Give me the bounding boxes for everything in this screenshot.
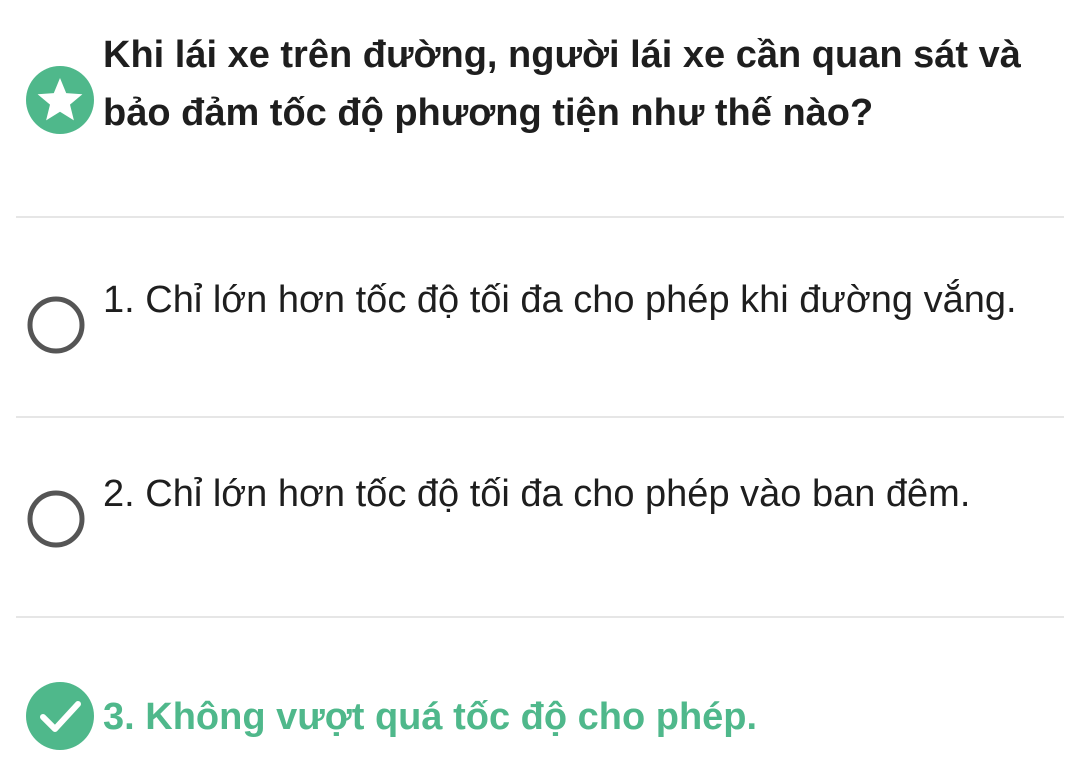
radio-empty-icon[interactable] [26, 295, 86, 355]
answer-option-1[interactable]: 1. Chỉ lớn hơn tốc độ tối đa cho phép kh… [0, 218, 1079, 416]
question-block: Khi lái xe trên đường, người lái xe cần … [0, 0, 1079, 216]
answer-option-2[interactable]: 2. Chỉ lớn hơn tốc độ tối đa cho phép và… [0, 418, 1079, 616]
star-icon [26, 66, 94, 134]
radio-empty-icon[interactable] [26, 489, 86, 549]
answer-option-label: 3. Không vượt quá tốc độ cho phép. [103, 696, 758, 738]
answer-option-label: 1. Chỉ lớn hơn tốc độ tối đa cho phép kh… [103, 279, 1017, 321]
question-text: Khi lái xe trên đường, người lái xe cần … [103, 34, 1021, 134]
check-circle-icon[interactable] [26, 682, 94, 750]
answer-option-3[interactable]: 3. Không vượt quá tốc độ cho phép. [0, 618, 1079, 763]
answer-option-label: 2. Chỉ lớn hơn tốc độ tối đa cho phép và… [103, 473, 971, 515]
